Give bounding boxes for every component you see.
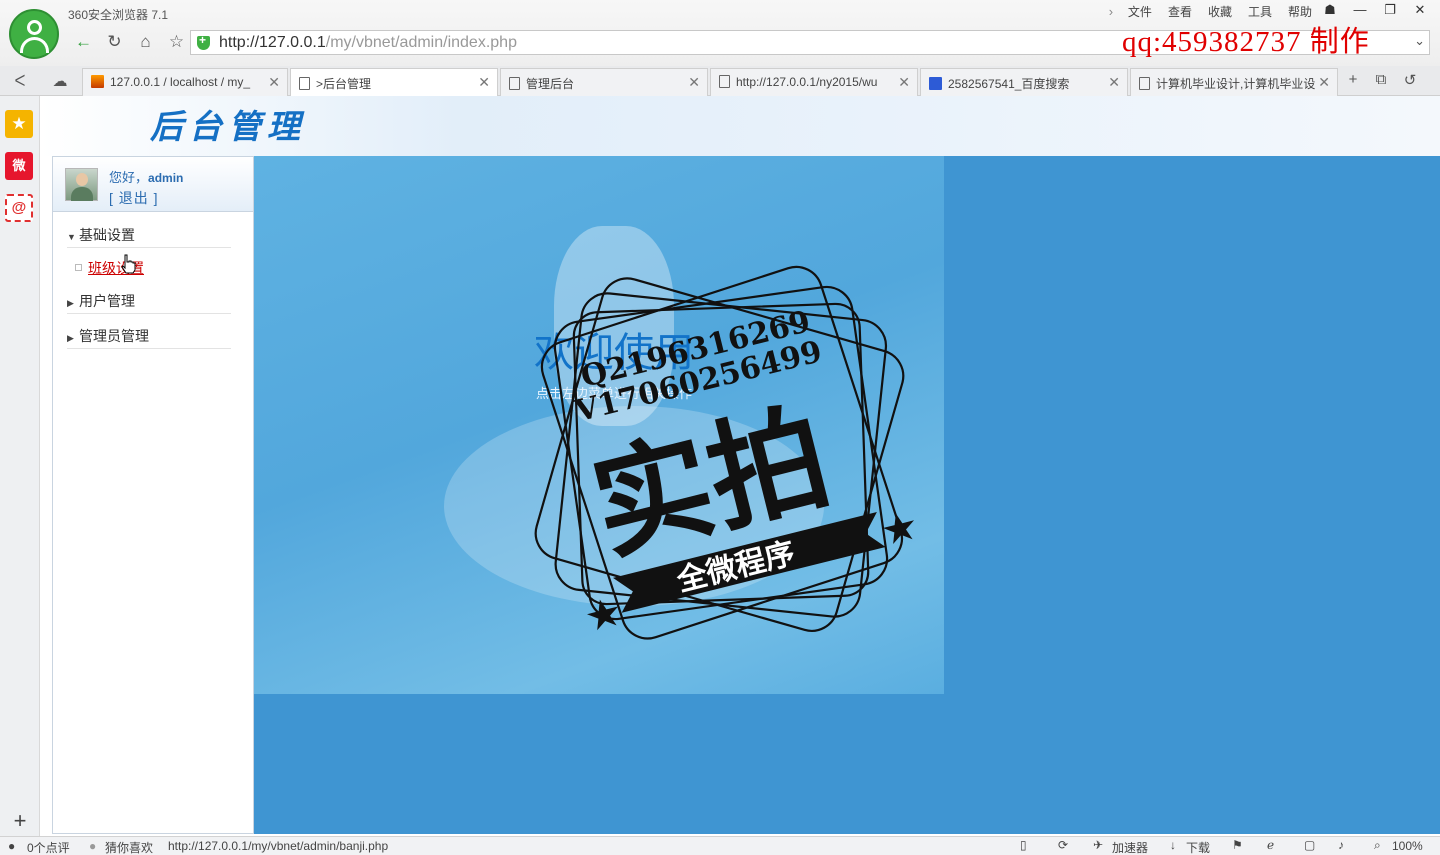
caret-right-icon: ▶ <box>67 298 74 308</box>
sound-icon[interactable]: ♪ <box>1338 838 1344 852</box>
phpmyadmin-icon <box>91 75 104 88</box>
guess-you-like[interactable]: 猜你喜欢 <box>105 839 153 855</box>
favorites-star-icon[interactable]: ★ <box>5 110 33 138</box>
greeting: 您好，admin <box>109 170 184 185</box>
logout-link[interactable]: [ 退出 ] <box>109 188 159 208</box>
watermark-stamp: Q2196316269 V17060256499 实拍 全微程序 <box>534 265 915 640</box>
tab-baidu-search[interactable]: 2582567541_百度搜索 ✕ <box>920 68 1128 96</box>
ie-icon[interactable]: ℯ <box>1267 838 1274 852</box>
window-icon[interactable]: ▢ <box>1304 838 1315 852</box>
tab-close-icon[interactable]: ✕ <box>478 74 490 91</box>
caret-down-icon: ▼ <box>67 232 76 242</box>
bookmark-star-button[interactable]: ☆ <box>161 30 192 54</box>
accelerator-icon[interactable]: ✈ <box>1093 838 1103 852</box>
weibo-icon[interactable]: 微 <box>5 152 33 180</box>
tab-ny2015[interactable]: http://127.0.0.1/ny2015/wu ✕ <box>710 68 918 96</box>
comment-icon[interactable]: ● <box>8 839 15 853</box>
hand-cursor-icon <box>121 254 136 274</box>
mobile-icon[interactable]: ▯ <box>1020 838 1027 852</box>
user-info: 您好，admin [ 退出 ] <box>53 157 253 212</box>
address-url[interactable]: http://127.0.0.1/my/vbnet/admin/index.ph… <box>219 34 517 52</box>
web-content: 后台管理 您好，admin [ 退出 ] ▼ 基础设置 班级设置 ▶ 用户管理 ▶ 管… <box>40 96 1440 834</box>
left-nav-panel: 您好，admin [ 退出 ] ▼ 基础设置 班级设置 ▶ 用户管理 ▶ 管理员管理 <box>52 156 254 834</box>
nav-buttons: ← ↻ ⌂ ☆ <box>68 30 192 54</box>
home-button[interactable]: ⌂ <box>130 30 161 54</box>
skin-icon[interactable]: ☗ <box>1318 1 1342 19</box>
page-icon <box>719 75 730 88</box>
minimize-button[interactable]: — <box>1348 1 1372 19</box>
restore-tabs-icon[interactable]: ⧉ <box>1369 71 1393 88</box>
status-link: http://127.0.0.1/my/vbnet/admin/banji.ph… <box>168 839 389 853</box>
new-tab-button[interactable]: + <box>1341 71 1365 88</box>
zoom-icon[interactable]: ⌕ <box>1374 838 1381 853</box>
tab-close-icon[interactable]: ✕ <box>1318 74 1330 91</box>
chevron-right-icon[interactable]: › <box>1102 4 1120 22</box>
download-label[interactable]: 下载 <box>1186 839 1210 855</box>
tab-management-backend[interactable]: 管理后台 ✕ <box>500 68 708 96</box>
tab-bar: ᐸ ☁ 127.0.0.1 / localhost / my_ ✕ >后台管理 … <box>0 66 1440 97</box>
dot-icon: ● <box>89 839 97 853</box>
baidu-icon <box>929 77 942 90</box>
window-controls: ☗ — ❐ ✕ <box>1318 1 1432 19</box>
page-icon <box>299 77 310 90</box>
tab-phpmyadmin[interactable]: 127.0.0.1 / localhost / my_ ✕ <box>82 68 288 96</box>
title-bar: 360安全浏览器 7.1 › 文件 查看 收藏 工具 帮助 ☗ — ❐ ✕ ← … <box>0 0 1440 68</box>
status-bar: ● 0个点评 ● 猜你喜欢 http://127.0.0.1/my/vbnet/… <box>0 836 1440 855</box>
tab-close-icon[interactable]: ✕ <box>688 74 700 91</box>
sidebar-toggle-icon[interactable]: ᐸ <box>8 72 32 90</box>
refresh-button[interactable]: ↻ <box>99 30 130 54</box>
tab-close-icon[interactable]: ✕ <box>898 74 910 91</box>
add-sidebar-icon[interactable]: + <box>8 808 32 834</box>
bullet-box-icon <box>75 264 82 271</box>
avatar <box>65 168 98 201</box>
username: admin <box>148 171 184 185</box>
back-button[interactable]: ← <box>68 30 99 54</box>
tab-close-icon[interactable]: ✕ <box>268 74 280 91</box>
security-shield-icon <box>197 33 210 50</box>
menu-admin-management[interactable]: ▶ 管理员管理 <box>67 326 231 349</box>
tab-close-icon[interactable]: ✕ <box>1108 74 1120 91</box>
caret-right-icon: ▶ <box>67 333 74 343</box>
close-window-button[interactable]: ✕ <box>1408 1 1432 19</box>
app-title: 360安全浏览器 7.1 <box>68 8 169 22</box>
menu-user-management[interactable]: ▶ 用户管理 <box>67 291 231 314</box>
menu-basic-settings[interactable]: ▼ 基础设置 <box>67 225 231 248</box>
flag-icon[interactable]: ⚑ <box>1232 838 1243 852</box>
zoom-level[interactable]: 100% <box>1392 839 1423 853</box>
main-area: 欢迎使用 点击左边菜单进行相关操作 Q2196316269 V170602564… <box>254 156 1440 834</box>
browser-sidebar: ★ 微 @ + <box>0 96 40 836</box>
mail-icon[interactable]: @ <box>5 194 33 222</box>
browser-window: 360安全浏览器 7.1 › 文件 查看 收藏 工具 帮助 ☗ — ❐ ✕ ← … <box>0 0 1440 855</box>
download-icon[interactable]: ↓ <box>1170 838 1176 852</box>
chevron-down-icon[interactable]: ⌄ <box>1414 33 1425 49</box>
cloud-icon[interactable]: ☁ <box>48 72 72 90</box>
tab-graduation-design[interactable]: 计算机毕业设计,计算机毕业设 ✕ <box>1130 68 1338 96</box>
page-title: 后台管理 <box>150 107 306 146</box>
browser-logo-icon[interactable] <box>9 9 59 59</box>
tab-admin-panel[interactable]: >后台管理 ✕ <box>290 68 498 97</box>
star-icon <box>882 513 915 545</box>
comments-count[interactable]: 0个点评 <box>27 839 70 855</box>
overlay-watermark: qq:459382737 制作 <box>1122 26 1370 58</box>
page-icon <box>509 77 520 90</box>
page-icon <box>1139 77 1150 90</box>
maximize-button[interactable]: ❐ <box>1378 1 1402 19</box>
page-header: 后台管理 <box>40 96 1440 156</box>
undo-close-icon[interactable]: ↺ <box>1398 71 1422 89</box>
sync-icon[interactable]: ⟳ <box>1058 838 1068 852</box>
accelerator-label[interactable]: 加速器 <box>1112 839 1148 855</box>
